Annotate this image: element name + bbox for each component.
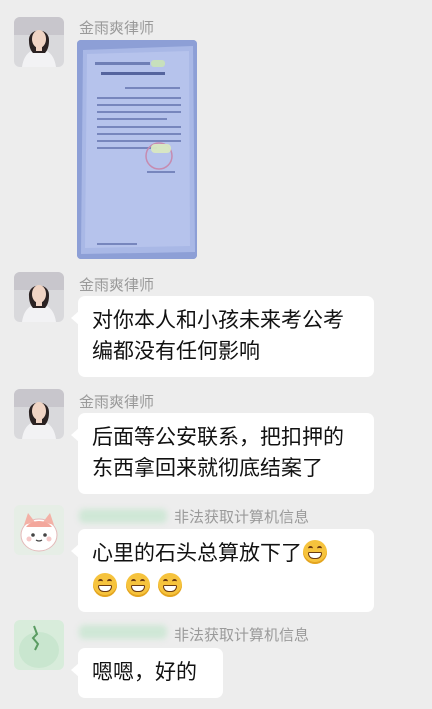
sender-name: 金雨爽律师 [79,393,155,411]
message-bubble[interactable]: 后面等公安联系，把扣押的 东西拿回来就彻底结案了 [71,413,374,494]
sender-name: 金雨爽律师 [79,276,155,294]
client-avatar[interactable] [14,620,64,670]
message-text-line: 东西拿回来就彻底结案了 [92,456,323,480]
message-text-line: 后面等公安联系，把扣押的 [92,425,344,449]
lawyer-avatar[interactable] [14,389,64,439]
message-text-line: 对你本人和小孩未来考公考 [92,308,344,332]
message-text-line: 心里的石头总算放下了 [92,538,362,569]
message-text-line: 编都没有任何影响 [92,339,260,363]
blurred-nickname [79,625,167,639]
document-image[interactable] [77,40,197,259]
grinning-emoji [125,573,150,597]
message-bubble[interactable]: 对你本人和小孩未来考公考 编都没有任何影响 [71,296,374,377]
message-emoji-line [92,571,362,602]
grinning-emoji [93,573,117,597]
message-text-line: 嗯嗯，好的 [92,660,197,684]
lawyer-avatar[interactable] [14,17,64,67]
message-text: 心里的石头总算放下了 [92,541,302,565]
client-avatar[interactable] [14,505,64,555]
grinning-emoji [303,540,327,564]
sender-name: 金雨爽律师 [79,19,155,37]
sender-remark: 非法获取计算机信息 [174,626,310,644]
sender-remark: 非法获取计算机信息 [174,508,310,526]
grinning-emoji [158,573,183,597]
message-1: 金雨爽律师 [0,0,432,265]
lawyer-avatar[interactable] [14,272,64,322]
message-bubble[interactable]: 嗯嗯，好的 [71,648,223,698]
blurred-nickname [79,509,167,523]
message-bubble[interactable]: 心里的石头总算放下了 [71,529,374,612]
